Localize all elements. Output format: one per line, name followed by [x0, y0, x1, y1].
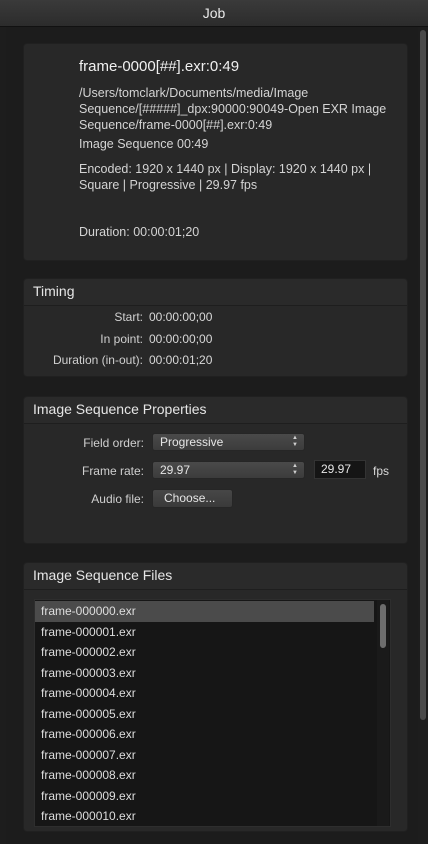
file-list-item[interactable]: frame-000007.exr	[35, 745, 374, 766]
in-point-value: 00:00:00;00	[149, 332, 213, 346]
source-duration: Duration: 00:00:01;20	[79, 225, 200, 239]
properties-title: Image Sequence Properties	[33, 401, 207, 417]
choose-audio-label: Choose...	[164, 491, 216, 505]
file-list-scrollbar[interactable]	[380, 604, 386, 648]
source-encoding: Encoded: 1920 x 1440 px | Display: 1920 …	[79, 162, 372, 192]
choose-audio-button[interactable]: Choose...	[152, 489, 233, 508]
file-list-item[interactable]: frame-000001.exr	[35, 622, 374, 643]
source-info-card: frame-0000[##].exr:0:49 /Users/tomclark/…	[23, 43, 408, 261]
field-order-value: Progressive	[160, 435, 224, 449]
files-title: Image Sequence Files	[33, 567, 173, 583]
field-order-popup[interactable]: Progressive ▲ ▼	[152, 433, 305, 451]
source-path: /Users/tomclark/Documents/media/Image Se…	[79, 86, 387, 132]
start-value: 00:00:00;00	[149, 310, 213, 324]
panel-scrollbar[interactable]	[420, 30, 426, 720]
in-point-label: In point:	[100, 332, 143, 346]
file-list-item[interactable]: frame-000003.exr	[35, 663, 374, 684]
file-list-item[interactable]: frame-000005.exr	[35, 704, 374, 725]
file-list-item[interactable]: frame-000004.exr	[35, 683, 374, 704]
frame-rate-label: Frame rate:	[81, 464, 144, 478]
custom-frame-rate-field[interactable]: 29.97	[314, 460, 366, 479]
up-down-chevron-icon: ▲ ▼	[292, 463, 298, 476]
source-title: frame-0000[##].exr:0:49	[79, 58, 240, 75]
file-list-item[interactable]: frame-000000.exr	[35, 601, 374, 622]
file-list-item[interactable]: frame-000008.exr	[35, 765, 374, 786]
duration-in-out-label: Duration (in-out):	[52, 353, 143, 367]
audio-file-label: Audio file:	[91, 492, 144, 506]
files-header[interactable]: Image Sequence Files	[24, 563, 407, 590]
start-label: Start:	[114, 310, 143, 324]
image-sequence-files-section: Image Sequence Files frame-000000.exr fra…	[23, 562, 408, 832]
file-list-item[interactable]: frame-000006.exr	[35, 724, 374, 745]
timing-header[interactable]: Timing	[24, 279, 407, 306]
file-list[interactable]: frame-000000.exr frame-000001.exr frame-00…	[34, 599, 391, 827]
properties-header[interactable]: Image Sequence Properties	[24, 397, 407, 424]
frame-rate-value: 29.97	[160, 463, 191, 477]
frame-rate-popup[interactable]: 29.97 ▲ ▼	[152, 461, 305, 479]
fps-unit-label: fps	[373, 464, 390, 478]
window-title: Job	[0, 0, 428, 27]
custom-frame-rate-value: 29.97	[321, 462, 352, 476]
file-list-item[interactable]: frame-000009.exr	[35, 786, 374, 807]
duration-in-out-value: 00:00:01;20	[149, 353, 213, 367]
up-down-chevron-icon: ▲ ▼	[292, 435, 298, 448]
source-type: Image Sequence 00:49	[79, 137, 209, 151]
timing-section: Timing Start: 00:00:00;00 In point: 00:0…	[23, 278, 408, 377]
image-sequence-properties-section: Image Sequence Properties Field order: P…	[23, 396, 408, 544]
field-order-label: Field order:	[83, 436, 144, 450]
timing-title: Timing	[33, 283, 75, 299]
file-list-item[interactable]: frame-000002.exr	[35, 642, 374, 663]
file-list-item[interactable]: frame-000010.exr	[35, 806, 374, 826]
